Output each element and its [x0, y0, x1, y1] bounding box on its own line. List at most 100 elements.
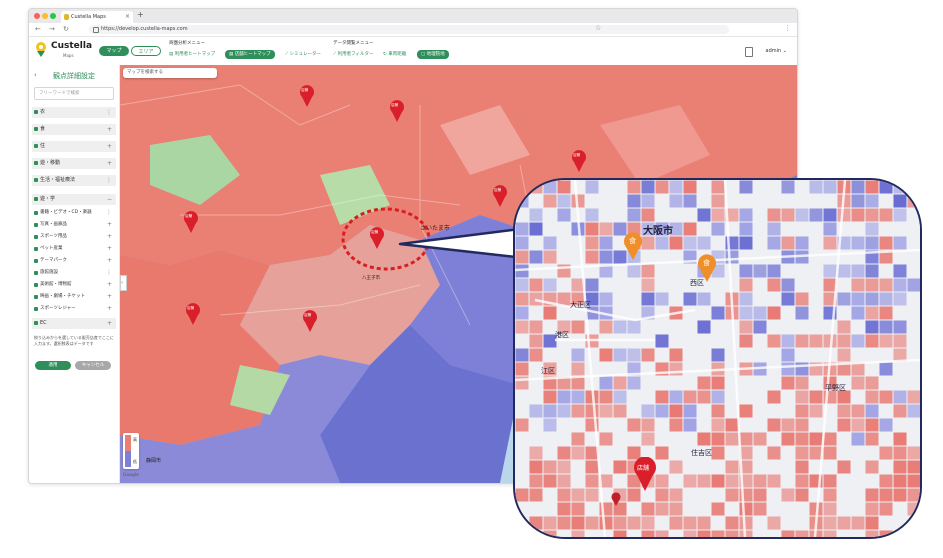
heat-cell [739, 236, 753, 250]
heat-cell [571, 446, 585, 460]
heat-cell [837, 404, 851, 418]
heat-cell [795, 488, 809, 502]
heat-cell [865, 432, 879, 446]
heat-cell [711, 474, 725, 488]
heat-cell [543, 306, 557, 320]
heat-cell [669, 502, 683, 516]
heat-cell [907, 488, 920, 502]
heat-cell [641, 432, 655, 446]
heat-cell [865, 460, 879, 474]
heat-cell [683, 222, 697, 236]
heat-cell [879, 418, 893, 432]
heat-cell [711, 446, 725, 460]
heat-cell [613, 348, 627, 362]
heat-cell [851, 292, 865, 306]
heat-cell [781, 334, 795, 348]
heat-cell [879, 446, 893, 460]
heat-cell [795, 376, 809, 390]
heat-cell [795, 404, 809, 418]
heat-cell [823, 432, 837, 446]
heat-cell [627, 320, 641, 334]
heat-cell [599, 222, 613, 236]
heat-cell [543, 516, 557, 530]
heat-cell [697, 432, 711, 446]
heat-cell [557, 404, 571, 418]
heat-cell [865, 390, 879, 404]
heat-cell [781, 292, 795, 306]
heat-cell [655, 502, 669, 516]
heat-cell [711, 432, 725, 446]
heat-cell [795, 460, 809, 474]
heat-cell [851, 236, 865, 250]
heat-cell [879, 208, 893, 222]
heat-cell [809, 180, 823, 194]
heat-cell [655, 474, 669, 488]
heat-cell [697, 530, 711, 537]
heat-cell [739, 208, 753, 222]
heat-cell [697, 208, 711, 222]
heat-cell [655, 530, 669, 537]
heat-cell [879, 334, 893, 348]
heat-cell [907, 194, 920, 208]
heat-cell [655, 404, 669, 418]
heat-cell [683, 530, 697, 537]
heat-cell [571, 390, 585, 404]
heat-cell [739, 222, 753, 236]
heat-cell [641, 530, 655, 537]
heat-cell [837, 418, 851, 432]
heat-cell [809, 404, 823, 418]
heat-cell [585, 488, 599, 502]
heat-cell [655, 446, 669, 460]
heat-cell [669, 348, 683, 362]
heat-cell [683, 516, 697, 530]
heat-cell [557, 502, 571, 516]
heat-cell [837, 334, 851, 348]
heat-cell [515, 320, 529, 334]
heat-cell [879, 278, 893, 292]
heat-cell [711, 404, 725, 418]
heat-cell [795, 530, 809, 537]
heat-cell [893, 292, 907, 306]
heat-cell [599, 404, 613, 418]
store-marker[interactable]: 店舗 [633, 456, 657, 495]
heat-cell [781, 278, 795, 292]
heat-cell [529, 250, 543, 264]
heat-cell [627, 516, 641, 530]
heat-cell [795, 446, 809, 460]
heat-cell [879, 530, 893, 537]
heat-cell [865, 488, 879, 502]
heat-cell [697, 390, 711, 404]
heat-cell [739, 264, 753, 278]
heat-cell [767, 516, 781, 530]
heat-cell [613, 404, 627, 418]
heat-cell [711, 194, 725, 208]
heat-cell [543, 180, 557, 194]
heat-cell [543, 418, 557, 432]
heat-cell [767, 474, 781, 488]
heat-cell [907, 390, 920, 404]
heat-cell [893, 320, 907, 334]
heat-cell [543, 390, 557, 404]
heat-cell [669, 404, 683, 418]
heat-cell [655, 488, 669, 502]
heat-cell [529, 180, 543, 194]
heat-cell [851, 208, 865, 222]
heat-cell [585, 474, 599, 488]
heat-cell [599, 320, 613, 334]
heat-cell [795, 306, 809, 320]
zoom-map-label: 平野区 [825, 384, 846, 392]
zoom-map-label: 住吉区 [691, 449, 712, 457]
heat-cell [543, 530, 557, 537]
heat-cell [823, 488, 837, 502]
heat-cell [515, 250, 529, 264]
heat-cell [683, 390, 697, 404]
heat-cell [585, 208, 599, 222]
food-marker[interactable]: 食 [623, 232, 643, 264]
heat-cell [529, 446, 543, 460]
heat-cell [627, 264, 641, 278]
food-marker[interactable]: 食 [697, 254, 717, 286]
heat-cell [725, 432, 739, 446]
heat-cell [865, 530, 879, 537]
heat-cell [641, 180, 655, 194]
heat-cell [585, 404, 599, 418]
